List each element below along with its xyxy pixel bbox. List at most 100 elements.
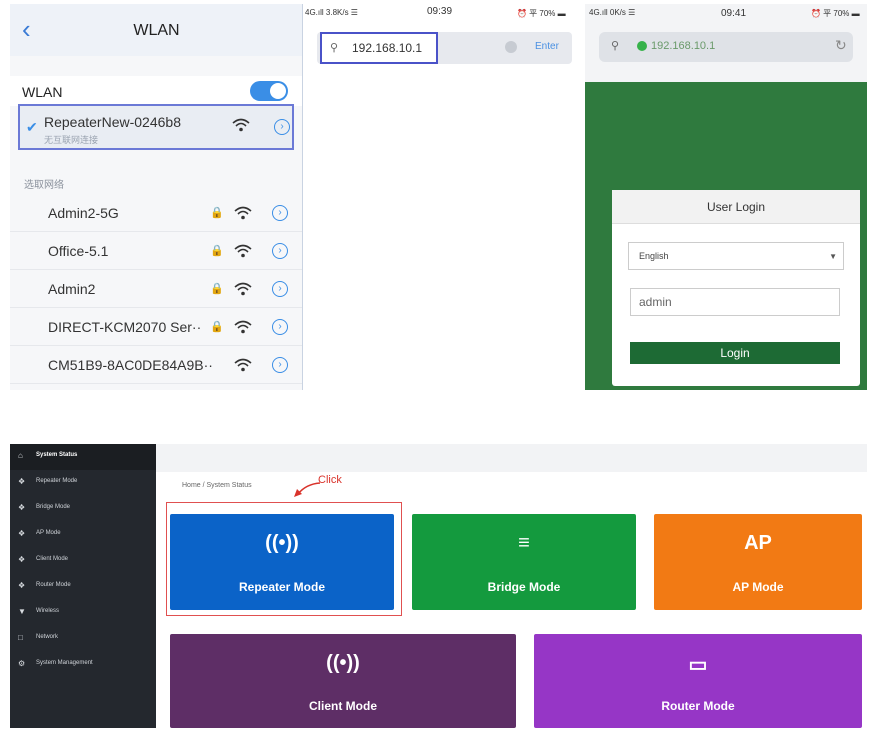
breadcrumb: Home / System Status	[182, 482, 252, 489]
tower-antenna-icon: ((•))	[265, 532, 299, 554]
clear-icon[interactable]	[505, 41, 517, 53]
status-bar-battery: ⏰ 平 70% ▬	[811, 9, 860, 18]
sidebar-item-label: System Status	[36, 452, 78, 458]
sidebar-item-ap-mode[interactable]: ❖ AP Mode	[10, 522, 156, 548]
lock-icon: 🔒	[210, 207, 224, 219]
browser-top: 4G.ıll 0K/s ☰ 09:41 ⏰ 平 70% ▬ ⚲ 192.168.…	[585, 4, 867, 82]
home-icon: ⌂	[18, 451, 23, 460]
connected-network-row[interactable]: ✔ RepeaterNew-0246b8 无互联网连接 ›	[18, 104, 294, 150]
toggle-knob	[270, 83, 286, 99]
antenna-icon: ((•))	[326, 652, 360, 674]
tile-label: AP Mode	[732, 580, 784, 594]
status-bar-signal: 4G.ıll 0K/s ☰	[589, 8, 636, 17]
language-select[interactable]: English ▼	[628, 242, 844, 270]
network-list-item[interactable]: Admin2-5G 🔒 ›	[10, 194, 302, 232]
router-icon: ▭	[688, 654, 708, 676]
sidebar-item-label: Router Mode	[36, 582, 71, 588]
wifi-icon	[234, 320, 252, 334]
sidebar-item-label: AP Mode	[36, 530, 61, 536]
network-name: Admin2-5G	[48, 205, 119, 221]
network-list-item[interactable]: Admin2 🔒 ›	[10, 270, 302, 308]
tile-label: Bridge Mode	[487, 580, 561, 594]
lock-icon: 🔒	[210, 245, 224, 257]
click-annotation: Click	[318, 474, 342, 486]
login-button[interactable]: Login	[630, 342, 840, 364]
sidebar-item-system-status[interactable]: ⌂ System Status	[10, 444, 156, 470]
ap-mode-tile[interactable]: AP AP Mode	[654, 514, 862, 610]
url-text: 192.168.10.1	[352, 41, 423, 55]
sidebar-item-system-management[interactable]: ⚙ System Management	[10, 652, 156, 678]
choose-network-section-label: 选取网络	[24, 180, 64, 191]
lock-icon: 🔒	[210, 283, 224, 295]
network-name: DIRECT-KCM2070 Ser··	[48, 319, 202, 335]
network-list-item[interactable]: CM51B9-8AC0DE84A9B·· ›	[10, 346, 302, 384]
client-mode-tile[interactable]: ((•)) Client Mode	[170, 634, 516, 728]
repeater-mode-tile[interactable]: ((•)) Repeater Mode	[170, 514, 394, 610]
wifi-icon: ▼	[18, 607, 26, 616]
search-icon: ⚲	[330, 42, 339, 54]
sidebar-item-repeater-mode[interactable]: ❖ Repeater Mode	[10, 470, 156, 496]
wifi-icon	[234, 282, 252, 296]
network-list-item[interactable]: DIRECT-KCM2070 Ser·· 🔒 ›	[10, 308, 302, 346]
network-icon: □	[18, 633, 23, 642]
connected-network-status: 无互联网连接	[44, 135, 99, 145]
sidebar-item-bridge-mode[interactable]: ❖ Bridge Mode	[10, 496, 156, 522]
sidebar-item-wireless[interactable]: ▼ Wireless	[10, 600, 156, 626]
network-info-icon[interactable]: ›	[274, 119, 290, 135]
wlan-settings-screen: ‹ WLAN WLAN ✔ RepeaterNew-0246b8 无互联网连接 …	[10, 4, 303, 390]
wifi-icon	[234, 358, 252, 372]
wifi-icon	[234, 206, 252, 220]
network-list-item[interactable]: Office-5.1 🔒 ›	[10, 232, 302, 270]
tile-label: Repeater Mode	[238, 580, 326, 594]
login-card: User Login English ▼ admin Login	[612, 190, 860, 386]
network-name: Admin2	[48, 281, 96, 297]
url-bar[interactable]: ⚲ 192.168.10.1 ↻	[599, 32, 853, 62]
tile-label: Client Mode	[309, 699, 377, 713]
sidebar-item-label: Client Mode	[36, 556, 69, 562]
search-icon: ⚲	[611, 40, 620, 52]
sidebar-item-label: Bridge Mode	[36, 504, 71, 510]
login-card-title: User Login	[612, 190, 860, 224]
diamond-icon: ❖	[18, 555, 26, 564]
router-login-screen: 4G.ıll 0K/s ☰ 09:41 ⏰ 平 70% ▬ ⚲ 192.168.…	[585, 4, 867, 390]
bridge-mode-tile[interactable]: ≡ Bridge Mode	[412, 514, 636, 610]
sidebar-item-label: Network	[36, 634, 59, 640]
sidebar-item-client-mode[interactable]: ❖ Client Mode	[10, 548, 156, 574]
sidebar-item-network[interactable]: □ Network	[10, 626, 156, 652]
router-wifi-icon: ≡	[518, 532, 530, 554]
status-bar-time: 09:39	[427, 6, 453, 17]
ap-wifi-icon: AP	[744, 532, 772, 554]
wifi-icon	[232, 118, 250, 132]
wlan-toggle[interactable]	[250, 81, 288, 101]
sidebar-item-router-mode[interactable]: ❖ Router Mode	[10, 574, 156, 600]
lock-icon: 🔒	[210, 321, 224, 333]
chevron-down-icon: ▼	[829, 252, 837, 261]
reload-icon[interactable]: ↻	[835, 37, 847, 54]
enter-button[interactable]: Enter	[535, 41, 559, 52]
diamond-icon: ❖	[18, 503, 26, 512]
gear-icon: ⚙	[18, 659, 26, 668]
status-bar-signal: 4G.ıll 3.8K/s ☰	[305, 8, 358, 17]
main-content: Home / System Status Click ((•)) Repeater…	[156, 444, 867, 728]
checkmark-icon: ✔	[26, 119, 38, 135]
connected-network-name: RepeaterNew-0246b8	[44, 114, 181, 130]
network-info-icon[interactable]: ›	[272, 357, 288, 373]
sidebar-item-label: Wireless	[36, 608, 60, 614]
browser-url-screen: 4G.ıll 3.8K/s ☰ 09:39 ⏰ 平 70% ▬ Enter ⚲ …	[303, 4, 585, 94]
language-value: English	[639, 251, 669, 261]
wlan-toggle-row: WLAN	[10, 76, 302, 106]
network-info-icon[interactable]: ›	[272, 205, 288, 221]
username-field[interactable]: admin	[630, 288, 840, 316]
diamond-icon: ❖	[18, 477, 26, 486]
router-admin-panel: ⌂ System Status ❖ Repeater Mode ❖ Bridge Mode…	[10, 444, 867, 728]
url-input[interactable]: ⚲ 192.168.10.1	[320, 32, 438, 64]
url-text: 192.168.10.1	[651, 40, 716, 52]
network-info-icon[interactable]: ›	[272, 319, 288, 335]
network-info-icon[interactable]: ›	[272, 243, 288, 259]
status-bar-time: 09:41	[721, 8, 747, 19]
sidebar-item-label: Repeater Mode	[36, 478, 78, 484]
top-bar	[156, 444, 867, 472]
router-mode-tile[interactable]: ▭ Router Mode	[534, 634, 862, 728]
tile-label: Router Mode	[661, 699, 735, 713]
network-info-icon[interactable]: ›	[272, 281, 288, 297]
